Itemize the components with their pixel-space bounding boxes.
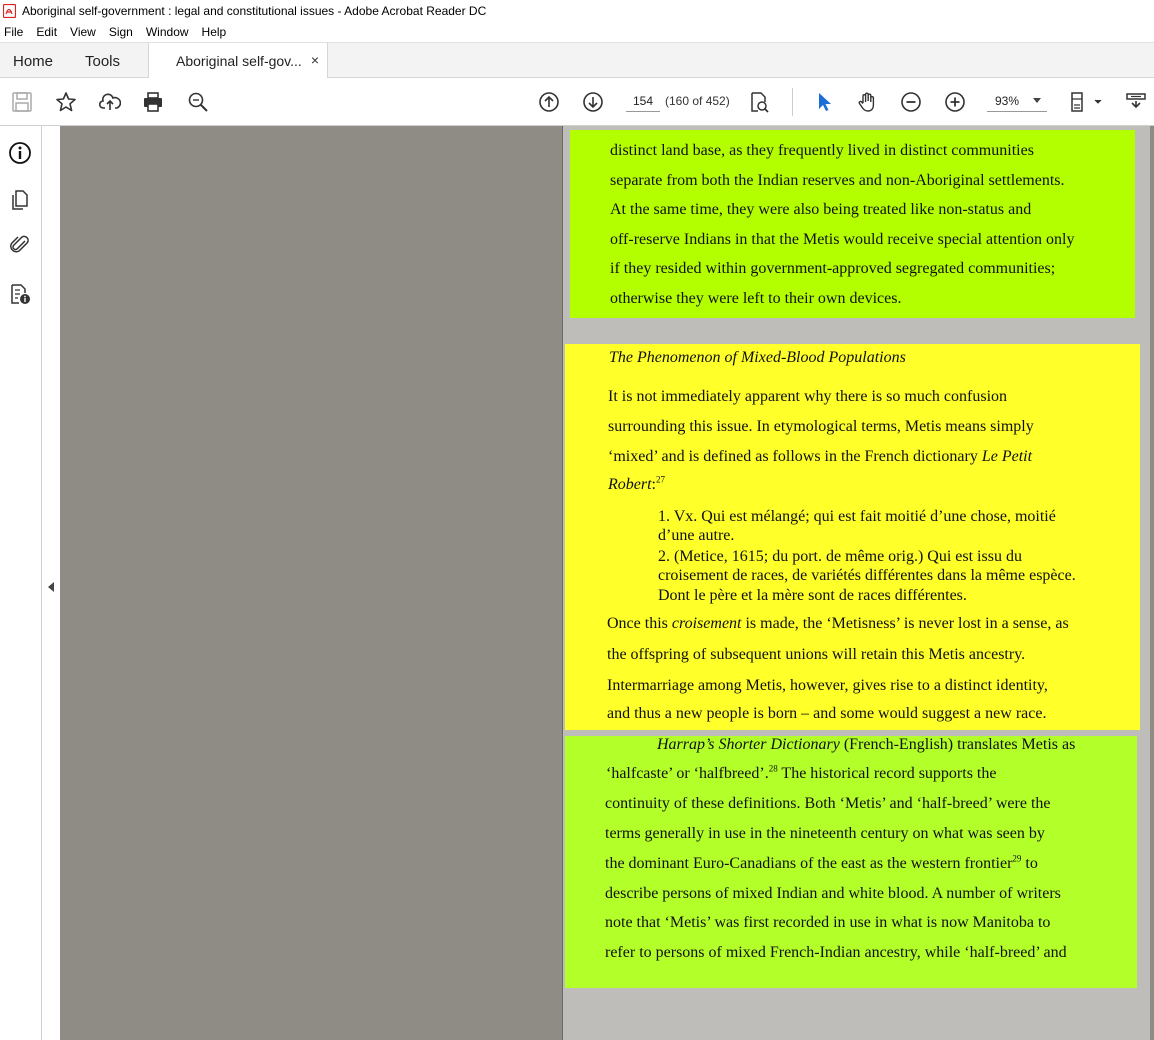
text-line: Robert:27 xyxy=(608,474,665,494)
text-line: ‘mixed’ and is defined as follows in the… xyxy=(608,448,1032,466)
zoom-search-icon[interactable] xyxy=(186,90,210,114)
text-segment: ‘mixed’ and is defined as follows in the… xyxy=(608,448,982,465)
tab-bar: Home Tools Aboriginal self-gov... × xyxy=(0,42,1154,79)
footnote-ref: 27 xyxy=(656,474,665,485)
text-line: continuity of these definitions. Both ‘M… xyxy=(605,795,1051,812)
text-segment: ‘halfcaste’ or ‘halfbreed’. xyxy=(606,765,769,782)
chevron-left-icon xyxy=(48,582,54,592)
menu-help[interactable]: Help xyxy=(202,25,227,39)
attachment-icon[interactable] xyxy=(7,232,33,258)
print-icon[interactable] xyxy=(141,90,165,114)
menu-sign[interactable]: Sign xyxy=(109,25,133,39)
text-segment: is made, the ‘Metisness’ is never lost i… xyxy=(741,615,1069,632)
hand-tool-icon[interactable] xyxy=(855,90,879,114)
text-segment: (French-English) translates Metis as xyxy=(839,736,1076,753)
text-line: ‘halfcaste’ or ‘halfbreed’.28 The histor… xyxy=(606,763,997,783)
quote-line: d’une autre. xyxy=(658,527,735,544)
quote-line: 2. (Metice, 1615; du port. de même orig.… xyxy=(658,548,1022,565)
section-heading: The Phenomenon of Mixed-Blood Population… xyxy=(609,349,906,366)
page-count: (160 of 452) xyxy=(665,94,730,108)
quote-line: 1. Vx. Qui est mélangé; qui est fait moi… xyxy=(658,508,1056,525)
highlight-block-green-2: Harrap’s Shorter Dictionary (French-Engl… xyxy=(565,736,1137,988)
left-navigation-rail xyxy=(0,126,42,1040)
page-edge xyxy=(562,126,563,1040)
tab-document[interactable]: Aboriginal self-gov... × xyxy=(148,43,328,79)
text-line: It is not immediately apparent why there… xyxy=(608,388,1008,405)
highlight-block-yellow: The Phenomenon of Mixed-Blood Population… xyxy=(565,344,1140,730)
toolbar-divider xyxy=(792,88,793,116)
text-segment: The historical record supports the xyxy=(777,765,997,782)
footnote-ref: 28 xyxy=(768,763,778,774)
scrolling-mode-icon[interactable] xyxy=(1124,90,1148,114)
text-line: separate from both the Indian reserves a… xyxy=(610,172,1065,189)
menu-bar: File Edit View Sign Window Help xyxy=(0,22,1154,42)
text-line: note that ‘Metis’ was first recorded in … xyxy=(605,914,1051,931)
tab-home[interactable]: Home xyxy=(13,43,53,79)
document-properties-icon[interactable] xyxy=(7,281,33,307)
page-up-icon[interactable] xyxy=(537,90,561,114)
text-segment: to xyxy=(1021,855,1038,872)
quote-line: croisement de races, de variétés différe… xyxy=(658,567,1076,584)
text-line: Once this croisement is made, the ‘Metis… xyxy=(607,615,1069,633)
page-down-icon[interactable] xyxy=(581,90,605,114)
text-line: describe persons of mixed Indian and whi… xyxy=(605,885,1061,902)
upload-icon[interactable] xyxy=(98,90,122,114)
text-line: the offspring of subsequent unions will … xyxy=(607,646,1026,663)
page-fit-icon[interactable] xyxy=(1068,90,1104,114)
tab-tools[interactable]: Tools xyxy=(85,43,120,79)
highlight-block-green-1: distinct land base, as they frequently l… xyxy=(570,130,1135,318)
zoom-out-icon[interactable] xyxy=(899,90,923,114)
menu-window[interactable]: Window xyxy=(146,25,189,39)
window-title: Aboriginal self-government : legal and c… xyxy=(22,4,487,18)
toolbar: (160 of 452) 93% xyxy=(0,78,1154,126)
text-segment-italic: Harrap’s Shorter Dictionary xyxy=(657,736,840,753)
text-segment-italic: croisement xyxy=(671,615,742,632)
text-line: the dominant Euro-Canadians of the east … xyxy=(605,854,1038,873)
title-bar: Aboriginal self-government : legal and c… xyxy=(0,0,1154,22)
text-segment-italic: Le Petit xyxy=(981,448,1033,465)
save-icon[interactable] xyxy=(10,90,34,114)
text-line: refer to persons of mixed French-Indian … xyxy=(605,944,1067,961)
quote-line: Dont le père et la mère sont de races di… xyxy=(658,587,967,604)
menu-edit[interactable]: Edit xyxy=(36,25,57,39)
zoom-in-icon[interactable] xyxy=(943,90,967,114)
text-line: surrounding this issue. In etymological … xyxy=(608,418,1034,435)
menu-file[interactable]: File xyxy=(4,25,23,39)
text-segment-italic: Robert xyxy=(608,476,652,493)
tab-document-label: Aboriginal self-gov... xyxy=(176,53,302,69)
zoom-level-value: 93% xyxy=(995,94,1020,108)
text-line: and thus a new people is born – and some… xyxy=(607,705,1047,722)
text-line: Intermarriage among Metis, however, give… xyxy=(607,677,1048,694)
zoom-level-dropdown[interactable]: 93% xyxy=(987,90,1047,112)
select-cursor-icon[interactable] xyxy=(812,90,836,114)
pages-icon[interactable] xyxy=(7,187,33,213)
text-line: At the same time, they were also being t… xyxy=(610,201,1032,218)
bookmark-star-icon[interactable] xyxy=(54,90,78,114)
text-segment: the dominant Euro-Canadians of the east … xyxy=(605,855,1013,872)
close-tab-icon[interactable]: × xyxy=(311,52,319,68)
text-line: if they resided within government-approv… xyxy=(610,260,1056,277)
text-line: Harrap’s Shorter Dictionary (French-Engl… xyxy=(657,736,1075,754)
text-line: terms generally in use in the nineteenth… xyxy=(605,825,1045,842)
text-line: off-reserve Indians in that the Metis wo… xyxy=(610,231,1075,248)
menu-view[interactable]: View xyxy=(70,25,96,39)
info-icon[interactable] xyxy=(7,140,33,166)
text-line: otherwise they were left to their own de… xyxy=(610,290,902,307)
chevron-down-icon xyxy=(1033,98,1041,103)
side-panel-toggle[interactable] xyxy=(42,126,60,1040)
acrobat-app-icon xyxy=(3,4,16,18)
text-line: distinct land base, as they frequently l… xyxy=(610,142,1034,159)
page-number-input[interactable] xyxy=(626,90,660,112)
find-in-page-icon[interactable] xyxy=(747,90,771,114)
text-segment: Once this xyxy=(607,615,672,632)
